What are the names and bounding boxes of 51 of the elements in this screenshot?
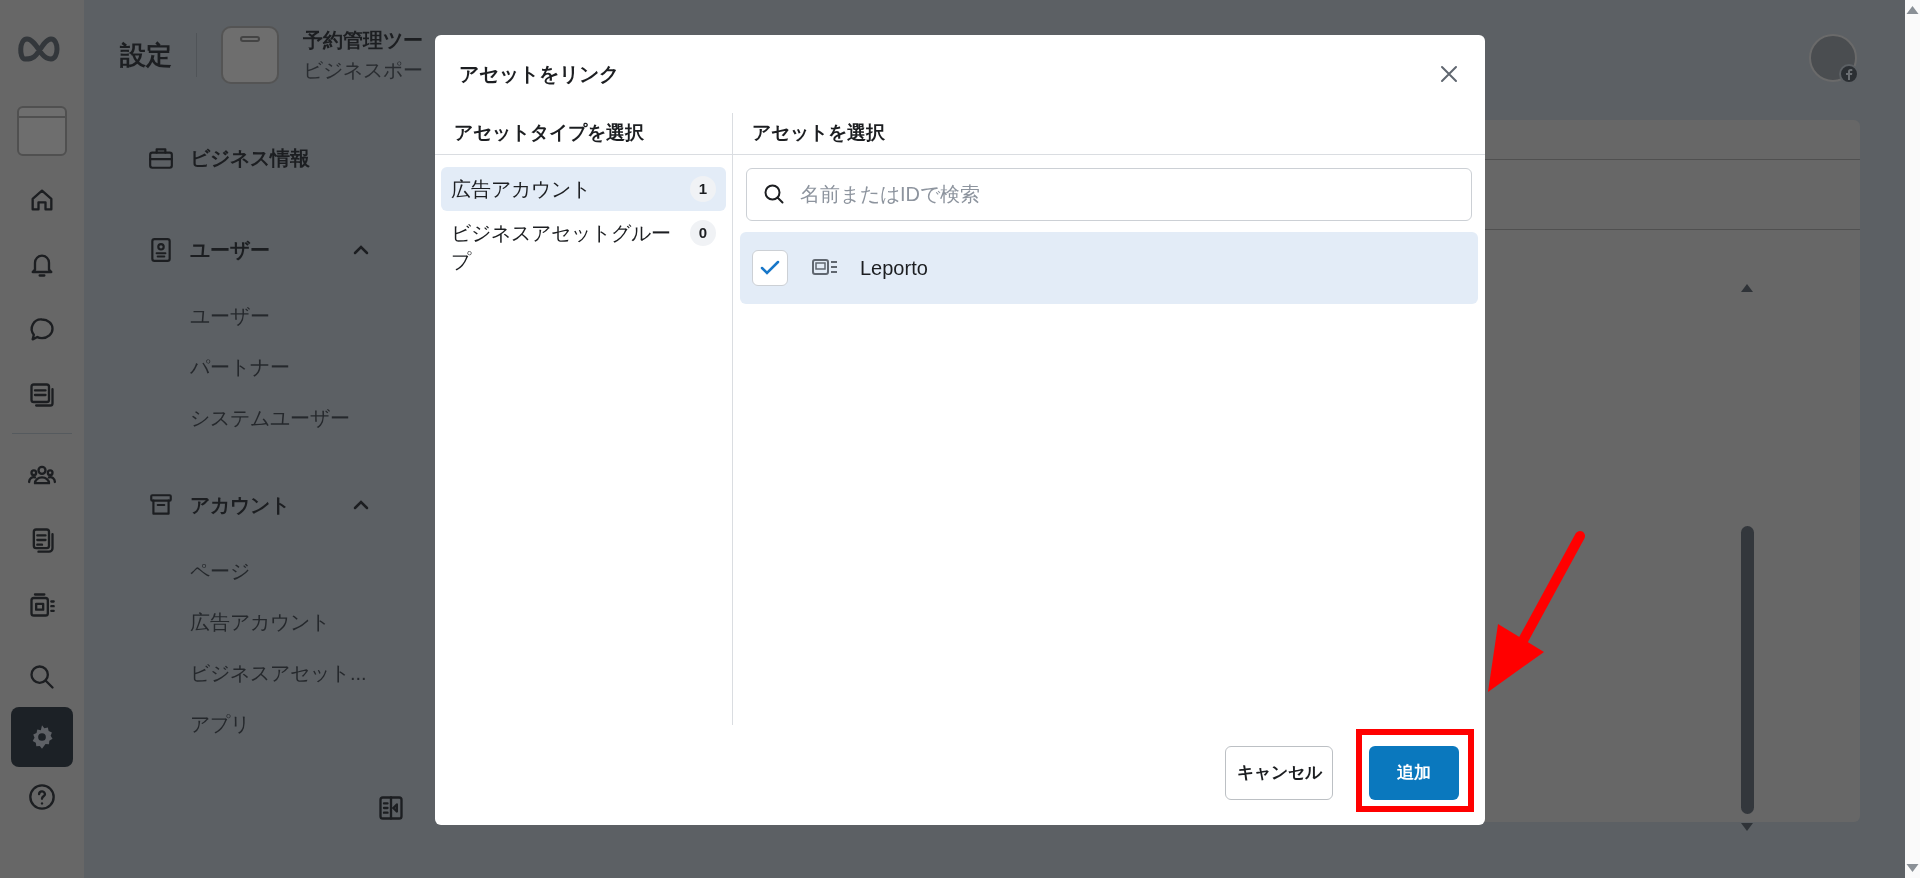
id-card-icon: [148, 237, 174, 263]
scroll-up-icon[interactable]: [1906, 5, 1919, 15]
business-name: 予約管理ツー: [303, 28, 423, 53]
catalog-icon: [28, 591, 56, 619]
rail-item[interactable]: [26, 781, 58, 813]
sidebar-item[interactable]: ビジネスアセット...: [190, 651, 384, 694]
archive-box-icon: [148, 492, 174, 518]
sidebar-item[interactable]: アプリ: [190, 702, 384, 745]
rail-item[interactable]: [11, 707, 73, 767]
panel-toggle-icon[interactable]: [377, 794, 405, 822]
column-header: アセットを選択: [752, 121, 885, 146]
column-header: アセットタイプを選択: [454, 121, 644, 146]
sidebar-group-label[interactable]: ユーザー: [190, 235, 336, 265]
count-badge: 0: [690, 220, 716, 246]
asset-row[interactable]: Leporto: [740, 232, 1478, 304]
search-icon: [763, 183, 785, 205]
sidebar-link[interactable]: ビジネス情報: [190, 143, 310, 173]
page-title: 設定: [120, 38, 172, 72]
search-icon: [28, 663, 56, 691]
checkbox[interactable]: [752, 250, 788, 286]
sidebar-item[interactable]: ページ: [190, 549, 384, 592]
sidebar-group-label[interactable]: アカウント: [190, 490, 336, 520]
ad-account-icon: [812, 258, 838, 278]
stacked-cards-icon: [28, 381, 56, 409]
scrollbar-thumb[interactable]: [1741, 526, 1754, 814]
sidebar-item[interactable]: システムユーザー: [190, 396, 384, 439]
business-icon: [221, 26, 279, 84]
chat-bubble-icon: [28, 316, 56, 344]
scroll-down-icon[interactable]: [1906, 863, 1919, 873]
avatar[interactable]: [1809, 34, 1857, 82]
scroll-up-icon[interactable]: [1740, 283, 1754, 293]
asset-type-label: 広告アカウント: [451, 177, 592, 202]
asset-type-item[interactable]: 広告アカウント 1: [441, 167, 726, 211]
close-icon[interactable]: [1439, 64, 1459, 84]
facebook-badge-icon: [1839, 64, 1859, 84]
asset-type-label: ビジネスアセットグループ: [451, 221, 672, 274]
dialog-title: アセットをリンク: [459, 62, 619, 87]
sidebar-item[interactable]: ユーザー: [190, 294, 384, 337]
cancel-button[interactable]: キャンセル: [1225, 746, 1333, 800]
add-button[interactable]: 追加: [1369, 746, 1459, 800]
check-icon: [760, 260, 780, 276]
asset-name: Leporto: [860, 256, 928, 281]
chevron-icon[interactable]: [352, 499, 370, 511]
sidebar-item[interactable]: 広告アカウント: [190, 600, 384, 643]
sidebar-item[interactable]: パートナー: [190, 345, 384, 388]
search-field[interactable]: 名前またはIDで検索: [746, 168, 1472, 221]
help-icon: [28, 783, 56, 811]
chevron-icon[interactable]: [352, 244, 370, 256]
briefcase-icon: [148, 146, 174, 170]
count-badge: 1: [690, 176, 716, 202]
business-icon[interactable]: [17, 106, 67, 156]
